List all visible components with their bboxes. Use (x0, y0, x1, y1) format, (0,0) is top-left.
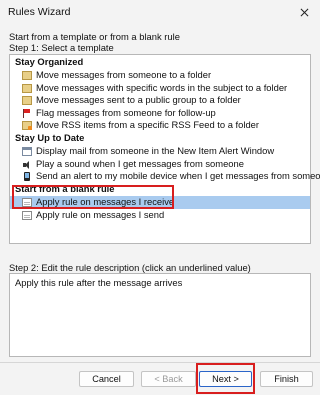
highlight-box-receive (12, 185, 174, 209)
close-button[interactable] (288, 0, 320, 24)
envelope-icon (22, 71, 32, 80)
rules-wizard-window: Rules Wizard Start from a template or fr… (0, 0, 320, 395)
title-bar: Rules Wizard (0, 0, 320, 24)
step1-label: Step 1: Select a template (9, 42, 114, 53)
step2-label: Step 2: Edit the rule description (click… (9, 262, 251, 273)
template-list[interactable]: Stay Organized Move messages from someon… (9, 54, 320, 244)
window-icon (22, 147, 32, 156)
intro-text: Start from a template or from a blank ru… (9, 31, 180, 42)
template-move-specific-words[interactable]: Move messages with specific words in the… (10, 82, 310, 95)
envelope-icon (22, 96, 32, 106)
cancel-button[interactable]: Cancel (79, 371, 134, 387)
envelope-icon (22, 83, 32, 93)
section-stay-organized: Stay Organized (15, 56, 84, 67)
template-play-sound[interactable]: Play a sound when I get messages from so… (10, 158, 310, 171)
speaker-icon (22, 160, 32, 169)
template-flag-followup[interactable]: Flag messages from someone for follow-up (10, 107, 310, 120)
template-new-item-alert[interactable]: Display mail from someone in the New Ite… (10, 145, 310, 158)
flag-icon (22, 108, 32, 118)
window-title: Rules Wizard (8, 6, 71, 18)
finish-button[interactable]: Finish (260, 371, 313, 387)
template-move-public-group[interactable]: Move messages sent to a public group to … (10, 94, 310, 107)
template-mobile-alert[interactable]: Send an alert to my mobile device when I… (10, 170, 320, 183)
template-move-from-someone[interactable]: Move messages from someone to a folder (10, 69, 310, 82)
blank-rule-icon (22, 210, 32, 220)
template-move-rss[interactable]: Move RSS items from a specific RSS Feed … (10, 119, 310, 132)
rule-description-text: Apply this rule after the message arrive… (15, 277, 183, 288)
highlight-box-next (196, 363, 255, 394)
button-separator (0, 362, 320, 363)
rss-icon (22, 121, 32, 131)
back-button[interactable]: < Back (141, 371, 196, 387)
phone-icon (24, 172, 30, 182)
rule-description-box[interactable]: Apply this rule after the message arrive… (9, 273, 311, 357)
section-stay-up-to-date: Stay Up to Date (15, 132, 85, 143)
template-apply-on-send[interactable]: Apply rule on messages I send (10, 209, 310, 222)
close-icon (300, 8, 308, 16)
